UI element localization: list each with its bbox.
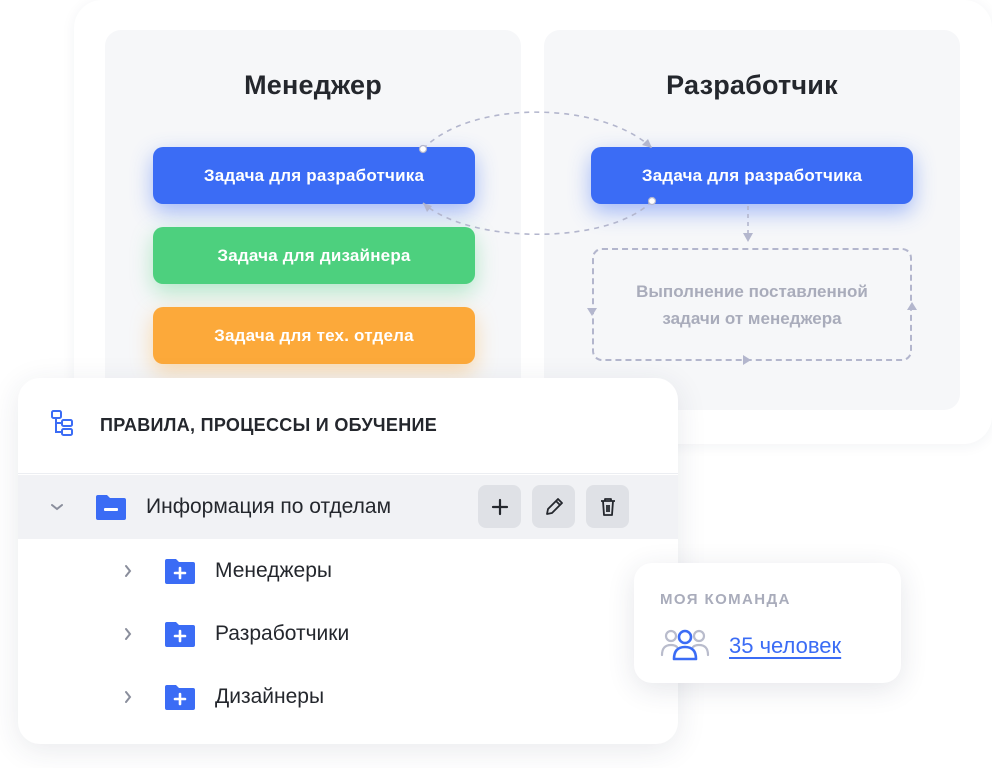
trash-icon [600, 497, 615, 516]
tree-row-label: Разработчики [215, 621, 350, 645]
users-icon [658, 627, 712, 666]
chevron-right-icon[interactable] [118, 561, 138, 581]
tree-row-root[interactable]: Информация по отделам [18, 475, 678, 539]
tree-row-label: Информация по отделам [146, 495, 392, 518]
team-label: МОЯ КОМАНДА [660, 591, 791, 608]
pencil-icon [545, 497, 563, 515]
add-icon [491, 498, 508, 515]
delete-button[interactable] [586, 485, 629, 528]
developer-panel-title: Разработчик [666, 70, 838, 100]
row-actions [478, 485, 629, 528]
tree-row-label: Менеджеры [215, 558, 332, 582]
folder-plus-icon [163, 683, 197, 711]
pending-text-line1: Выполнение поставленной [636, 281, 868, 301]
edit-button[interactable] [532, 485, 575, 528]
chevron-down-icon[interactable] [47, 497, 67, 517]
tree-title: ПРАВИЛА, ПРОЦЕССЫ И ОБУЧЕНИЕ [100, 415, 438, 435]
team-card: МОЯ КОМАНДА 35 человек [634, 563, 901, 683]
task-label: Задача для тех. отдела [214, 325, 414, 345]
tree-row-child[interactable]: Разработчики [18, 602, 678, 665]
tree-panel: ПРАВИЛА, ПРОЦЕССЫ И ОБУЧЕНИЕ Информация … [18, 378, 678, 744]
tree-row-child[interactable]: Дизайнеры [18, 665, 678, 728]
manager-task-developer[interactable]: Задача для разработчика [153, 147, 475, 204]
tree-row-label: Дизайнеры [215, 684, 325, 708]
tree-row-child[interactable]: Менеджеры [18, 539, 678, 602]
tree-header: ПРАВИЛА, ПРОЦЕССЫ И ОБУЧЕНИЕ [18, 378, 678, 474]
manager-panel-title: Менеджер [244, 70, 382, 100]
manager-task-designer[interactable]: Задача для дизайнера [153, 227, 475, 284]
pending-text-line2: задачи от менеджера [662, 308, 842, 328]
folder-minus-icon [94, 493, 128, 521]
folder-plus-icon [163, 557, 197, 585]
chevron-right-icon[interactable] [118, 687, 138, 707]
developer-task[interactable]: Задача для разработчика [591, 147, 913, 204]
pending-task-box: Выполнение поставленной задачи от менедж… [592, 248, 912, 361]
chevron-right-icon[interactable] [118, 624, 138, 644]
task-label: Задача для разработчика [203, 165, 425, 185]
task-label: Задача для разработчика [641, 165, 863, 185]
team-count-link[interactable]: 35 человек [729, 633, 841, 659]
add-button[interactable] [478, 485, 521, 528]
task-label: Задача для дизайнера [217, 245, 411, 265]
hierarchy-icon [48, 408, 78, 443]
manager-task-tech[interactable]: Задача для тех. отдела [153, 307, 475, 364]
folder-plus-icon [163, 620, 197, 648]
